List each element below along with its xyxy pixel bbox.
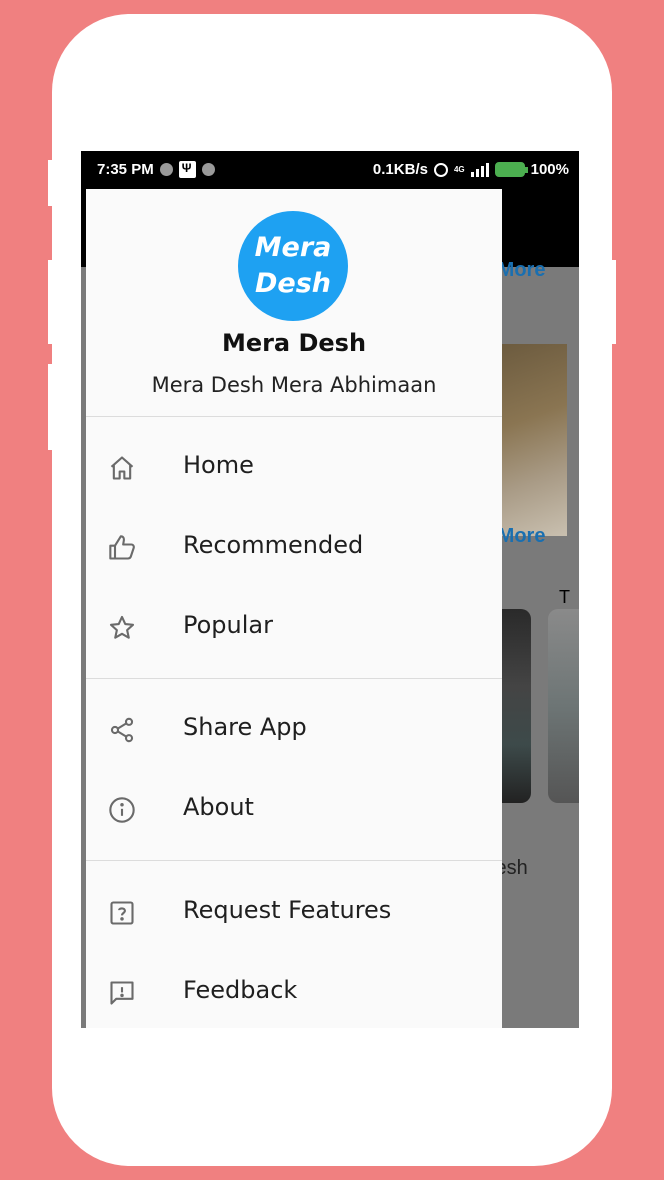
menu-item-label: Popular [183, 611, 273, 639]
app-logo: Mera Desh [238, 211, 348, 321]
home-icon [110, 456, 134, 480]
menu-item-request-features[interactable]: Request Features [86, 877, 502, 947]
network-type: 4G [453, 165, 465, 174]
place-card [548, 609, 579, 803]
app-name: Mera Desh [221, 329, 367, 357]
drawer-header: Mera Desh Mera Desh Mera Desh Mera Abhim… [86, 189, 502, 417]
share-icon [110, 717, 134, 743]
menu-item-share-app[interactable]: Share App [86, 694, 502, 764]
status-bar-right: 0.1KB/s 4G 100% [373, 161, 569, 178]
menu-item-recommended[interactable]: Recommended [86, 512, 502, 582]
menu-item-label: Feedback [183, 976, 298, 1004]
menu-divider [86, 678, 502, 679]
battery-level: 100% [530, 161, 569, 178]
feedback-icon [110, 981, 134, 1005]
phone-screen: 7:35 PM 0.1KB/s 4G 100% e More e More T … [81, 151, 579, 1028]
menu-item-label: Recommended [183, 531, 364, 559]
battery-icon [494, 162, 528, 177]
status-bar: 7:35 PM 0.1KB/s 4G 100% [81, 151, 579, 189]
usb-icon [178, 161, 196, 178]
thumbs-up-icon [109, 535, 135, 560]
menu-divider [86, 860, 502, 861]
logo-text-line1: Mera [254, 232, 332, 263]
navigation-drawer: Mera Desh Mera Desh Mera Desh Mera Abhim… [86, 189, 502, 1028]
notification-dot-icon [159, 163, 173, 176]
menu-item-home[interactable]: Home [86, 432, 502, 502]
app-tagline: Mera Desh Mera Abhimaan [151, 373, 437, 397]
notification-dot-icon [201, 163, 215, 176]
featured-image [491, 344, 567, 536]
logo-text-line2: Desh [254, 268, 332, 299]
menu-item-popular[interactable]: Popular [86, 592, 502, 662]
help-box-icon [110, 901, 134, 925]
status-bar-left: 7:35 PM [97, 161, 215, 178]
signal-icon [470, 162, 489, 177]
menu-item-label: About [183, 793, 254, 821]
star-icon [109, 615, 135, 639]
menu-item-feedback[interactable]: Feedback [86, 957, 502, 1027]
info-icon [109, 797, 135, 823]
menu-item-about[interactable]: About [86, 774, 502, 844]
menu-item-label: Home [183, 451, 254, 479]
menu-item-label: Request Features [183, 896, 392, 924]
network-speed: 0.1KB/s [372, 161, 428, 178]
status-time: 7:35 PM [97, 161, 154, 178]
card-title-fragment: T [559, 587, 570, 607]
menu-item-label: Share App [183, 713, 307, 741]
alarm-icon [433, 162, 448, 177]
